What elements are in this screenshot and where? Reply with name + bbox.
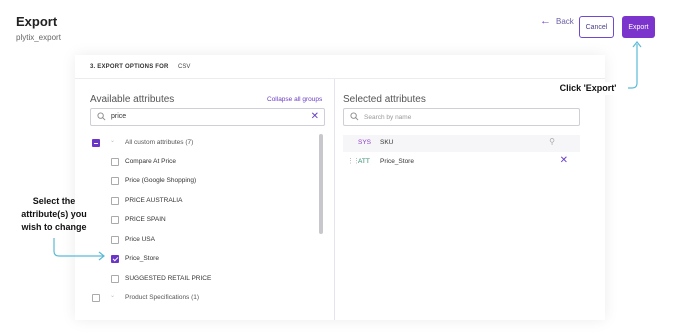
attribute-checkbox[interactable]	[111, 216, 119, 224]
export-button[interactable]: Export	[622, 16, 655, 38]
attribute-group-row[interactable]: ⌄ Product Specifications (1)	[90, 291, 320, 309]
back-button[interactable]: ← Back	[540, 14, 574, 28]
attribute-checkbox[interactable]	[111, 236, 119, 244]
chevron-down-icon[interactable]: ⌄	[110, 137, 115, 144]
attribute-type-tag: SYS	[358, 139, 372, 146]
attribute-row[interactable]: PRICE AUSTRALIA	[90, 194, 320, 212]
collapse-all-groups-link[interactable]: Collapse all groups	[267, 96, 322, 103]
search-icon	[97, 112, 106, 121]
page-canvas: Export plytix_export ← Back Cancel Expor…	[0, 0, 688, 334]
selected-search-input[interactable]: Search by name	[343, 108, 580, 126]
available-search-input[interactable]: price ✕	[90, 108, 325, 126]
available-attributes-title: Available attributes	[90, 94, 175, 105]
selected-attribute-row: SYS SKU ⚲	[343, 135, 580, 152]
attribute-row[interactable]: Price USA	[90, 233, 320, 251]
step-format-value: CSV	[178, 64, 191, 70]
group-label: Product Specifications (1)	[125, 294, 200, 301]
search-placeholder: Search by name	[364, 114, 412, 121]
search-value: price	[111, 113, 127, 120]
attribute-checkbox[interactable]	[111, 197, 119, 205]
step-label: 3. EXPORT OPTIONS FOR	[90, 64, 169, 70]
selected-attributes-title: Selected attributes	[343, 94, 426, 105]
attribute-row[interactable]: PRICE SPAIN	[90, 213, 320, 231]
selected-attribute-row[interactable]: ⋮⋮ ATT Price_Store ✕	[343, 154, 580, 171]
attribute-label: SUGGESTED RETAIL PRICE	[125, 275, 212, 282]
attribute-checkbox[interactable]	[111, 255, 119, 263]
page-subtitle: plytix_export	[16, 33, 61, 42]
remove-icon[interactable]: ✕	[560, 155, 568, 166]
clear-search-icon[interactable]: ✕	[311, 111, 319, 122]
attribute-label: Price (Google Shopping)	[125, 177, 197, 184]
attribute-row[interactable]: Price (Google Shopping)	[90, 174, 320, 192]
arrow-left-icon: ←	[540, 15, 551, 27]
back-label: Back	[556, 16, 574, 26]
available-attributes-list: ⌄ All custom attributes (7) Compare At P…	[90, 132, 325, 320]
search-icon	[350, 112, 359, 121]
attribute-row[interactable]: SUGGESTED RETAIL PRICE	[90, 272, 320, 290]
divider	[75, 78, 605, 79]
attribute-label: Price USA	[125, 236, 155, 243]
chevron-down-icon[interactable]: ⌄	[110, 292, 115, 299]
cancel-button[interactable]: Cancel	[579, 16, 614, 38]
list-scrollbar[interactable]	[319, 134, 323, 234]
group-checkbox[interactable]	[92, 294, 100, 302]
attribute-checkbox[interactable]	[111, 275, 119, 283]
column-divider	[334, 79, 335, 320]
attribute-checkbox[interactable]	[111, 177, 119, 185]
attribute-label: Price_Store	[125, 255, 159, 262]
attribute-label: PRICE AUSTRALIA	[125, 197, 183, 204]
attribute-label: PRICE SPAIN	[125, 216, 166, 223]
callout-select: Select the attribute(s) you wish to chan…	[21, 196, 87, 232]
attribute-checkbox[interactable]	[111, 158, 119, 166]
group-checkbox[interactable]	[92, 139, 100, 147]
attribute-type-tag: ATT	[358, 158, 370, 165]
attribute-group-row[interactable]: ⌄ All custom attributes (7)	[90, 136, 320, 154]
selected-attribute-label: Price_Store	[380, 158, 414, 165]
attribute-label: Compare At Price	[125, 158, 176, 165]
pin-icon: ⚲	[549, 137, 555, 146]
callout-export: Click 'Export'	[548, 82, 628, 95]
attribute-row[interactable]: Compare At Price	[90, 155, 320, 173]
attribute-row[interactable]: Price_Store	[90, 252, 320, 270]
group-label: All custom attributes (7)	[125, 139, 194, 146]
export-options-panel: 3. EXPORT OPTIONS FOR CSV Available attr…	[75, 55, 605, 320]
selected-attribute-label: SKU	[380, 139, 394, 146]
page-title: Export	[16, 14, 58, 29]
